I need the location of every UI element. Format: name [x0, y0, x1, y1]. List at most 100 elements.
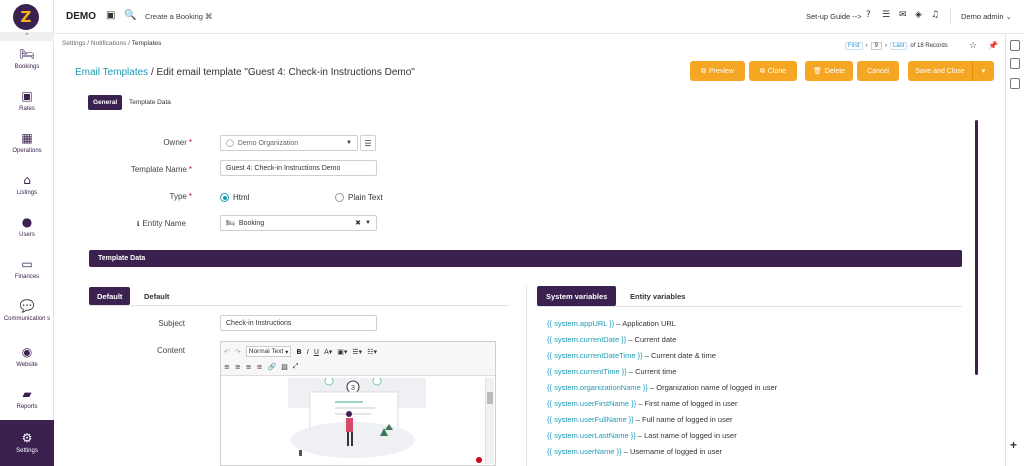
tab-template-data[interactable]: Template Data [124, 95, 176, 110]
variable-item[interactable]: {{ system.userFirstName }} – First name … [547, 399, 738, 408]
editor-toolbar-row-2: ≡ ≡ ≡ ≡ 🔗 ▨ ⤢ [224, 362, 298, 371]
brand-name: DEMO [66, 11, 96, 22]
bullet-list-icon[interactable]: ☰▾ [352, 348, 362, 356]
delete-button[interactable]: 🗑 Delete [805, 61, 853, 81]
pager-last-button[interactable]: Last [890, 42, 908, 50]
variable-item[interactable]: {{ system.currentTime }} – Current time [547, 367, 676, 376]
tab-system-variables[interactable]: System variables [537, 286, 617, 306]
breadcrumb-notifications[interactable]: Notifications [91, 40, 126, 47]
type-plain-text-radio[interactable]: Plain Text [335, 193, 383, 202]
variable-item[interactable]: {{ system.userFullName }} – Full name of… [547, 415, 733, 424]
fullscreen-icon[interactable]: ⤢ [293, 362, 299, 371]
search-icon[interactable]: 🔍 [124, 10, 136, 21]
bold-icon[interactable]: B [296, 348, 301, 356]
variable-item[interactable]: {{ system.appURL }} – Application URL [547, 319, 676, 328]
link-icon[interactable]: 🔗 [268, 363, 277, 371]
content-tabs-divider [89, 305, 509, 306]
variable-item[interactable]: {{ system.currentDate }} – Current date [547, 335, 676, 344]
mail-icon[interactable]: ✉ [899, 10, 907, 20]
align-right-icon[interactable]: ≡ [246, 363, 252, 371]
chevron-down-icon: ⌄ [1005, 12, 1012, 21]
type-label: Type * [169, 192, 192, 201]
clone-button[interactable]: ⧉ Clone [749, 61, 797, 81]
redo-icon[interactable]: ↷ [235, 348, 241, 356]
note-icon[interactable] [1010, 40, 1020, 51]
variable-item[interactable]: {{ system.userName }} – Username of logg… [547, 447, 722, 456]
owner-list-button[interactable]: ☰ [360, 135, 376, 151]
font-color-icon[interactable]: A▾ [324, 348, 332, 356]
breadcrumb-settings[interactable]: Settings [62, 40, 86, 47]
save-close-button[interactable]: Save and Close [908, 61, 972, 81]
owner-select[interactable]: ◯ Demo Organization ▼ [220, 135, 358, 151]
preview-button[interactable]: ⧉ Preview [690, 61, 745, 81]
image-icon[interactable]: ▣ [106, 10, 115, 21]
variable-item[interactable]: {{ system.userLastName }} – Last name of… [547, 431, 737, 440]
tab-default[interactable]: Default [136, 287, 177, 305]
comment-icon[interactable] [1010, 58, 1020, 69]
template-name-label: Template Name * [130, 165, 192, 174]
align-center-icon[interactable]: ≡ [235, 363, 241, 371]
sidebar-item-listings[interactable]: ⌂ Listings [0, 164, 54, 206]
sidebar-item-website[interactable]: ◉ Website [0, 336, 54, 378]
variable-item[interactable]: {{ system.currentDateTime }} – Current d… [547, 351, 716, 360]
highlight-icon[interactable]: ▣▾ [337, 348, 347, 356]
editor-canvas[interactable]: 3 [225, 376, 483, 464]
image-insert-icon[interactable]: ▨ [281, 363, 288, 371]
format-select[interactable]: Normal Text ▾ [245, 346, 292, 357]
pane-divider [526, 285, 527, 466]
add-icon[interactable]: + [1010, 438, 1017, 452]
sidebar-item-operations[interactable]: ▦ Operations [0, 122, 54, 164]
entity-name-select[interactable]: 🛏 Booking ✖ ▼ [220, 215, 377, 231]
cancel-label: Cancel [867, 67, 889, 75]
editor-scroll-thumb[interactable] [487, 392, 493, 404]
sidebar-item-reports[interactable]: ▰ Reports [0, 378, 54, 420]
type-html-radio[interactable]: Html [220, 193, 249, 202]
setup-guide-link[interactable]: Set-up Guide --> [806, 12, 862, 21]
pin-icon[interactable]: 📌 [988, 41, 998, 50]
italic-icon[interactable]: I [307, 348, 309, 356]
pager-first-button[interactable]: First [845, 42, 863, 50]
list-icon[interactable]: ☰ [882, 10, 890, 20]
sidebar-item-settings[interactable]: ⚙ Settings [0, 420, 54, 466]
numbered-list-icon[interactable]: ☷▾ [367, 348, 377, 356]
content-editor[interactable]: ↶ ↷ Normal Text ▾ B I U A▾ ▣▾ ☰▾ ☷▾ ≡ ≡ … [220, 341, 496, 466]
record-pager: First ‹ 9 › Last of 18 Records [845, 42, 948, 50]
user-name: Demo admin [961, 12, 1004, 21]
create-booking-link[interactable]: Create a Booking ⌘ [145, 12, 213, 21]
sidebar-item-rates[interactable]: ▣ Rates [0, 80, 54, 122]
user-menu[interactable]: Demo admin ⌄ [961, 12, 1012, 21]
tab-general[interactable]: General [88, 95, 123, 110]
chevron-right-icon[interactable]: › [885, 43, 887, 49]
chevron-left-icon[interactable]: ‹ [866, 43, 868, 49]
radio-selected [220, 193, 229, 202]
cancel-button[interactable]: Cancel [857, 61, 899, 81]
sidebar-item-bookings[interactable]: 🛏 Bookings [0, 38, 54, 80]
underline-icon[interactable]: U [314, 348, 319, 356]
clear-icon[interactable]: ✖ [355, 219, 361, 227]
save-options-dropdown[interactable]: ▾ [972, 61, 994, 81]
email-templates-link[interactable]: Email Templates [75, 67, 148, 78]
sidebar-item-finances[interactable]: ▭ Finances [0, 248, 54, 290]
entity-name-label: ℹ Entity Name [136, 219, 186, 228]
logo[interactable]: Z [13, 4, 39, 30]
checkin-illustration: 3 [288, 376, 482, 463]
folder-icon: ▰ [22, 387, 32, 401]
editor-scrollbar[interactable] [485, 378, 494, 464]
help-icon[interactable]: ? [866, 10, 871, 20]
template-name-input[interactable]: Guest 4: Check-in Instructions Demo [220, 160, 377, 176]
undo-icon[interactable]: ↶ [224, 348, 230, 356]
variable-item[interactable]: {{ system.organizationName }} – Organiza… [547, 383, 777, 392]
tag-icon[interactable]: ◈ [915, 10, 922, 20]
subject-input[interactable]: Check-in Instructions [220, 315, 377, 331]
clone-icon: ⧉ [759, 66, 765, 75]
pager-page-input[interactable]: 9 [870, 42, 883, 50]
page-scrollbar[interactable] [975, 120, 978, 375]
tab-default-active[interactable]: Default [89, 287, 131, 305]
tab-entity-variables[interactable]: Entity variables [621, 286, 694, 306]
justify-icon[interactable]: ≡ [257, 363, 263, 371]
sidebar: Z ⌃ 🛏 Bookings ▣ Rates ▦ Operations ⌂ Li… [0, 0, 54, 466]
bell-icon[interactable]: ♫ [931, 10, 939, 20]
align-left-icon[interactable]: ≡ [224, 363, 230, 371]
message-icon[interactable] [1010, 78, 1020, 89]
star-icon[interactable]: ☆ [969, 41, 977, 51]
